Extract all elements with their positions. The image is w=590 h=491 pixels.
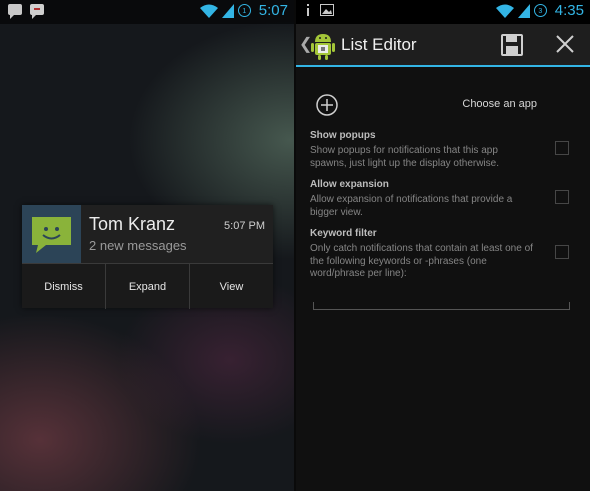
sms-smiley-icon: [32, 217, 71, 253]
message-notification-icon: [30, 4, 44, 19]
option-desc-show-popups: Show popups for notifications that this …: [310, 145, 499, 169]
notification-title: Tom Kranz: [89, 214, 176, 234]
notification-card[interactable]: Tom Kranz 2 new messages 5:07 PM Dismiss…: [22, 205, 273, 309]
notification-time: 5:07 PM: [224, 220, 265, 232]
wifi-icon: [199, 4, 218, 18]
sms-notification-icon: [8, 4, 22, 19]
status-clock: 4:35: [554, 2, 584, 19]
sync-badge-icon: 3: [533, 4, 547, 17]
list-editor-panel: 3 4:35 ❮ List Editor Choose an app Show …: [296, 0, 590, 491]
android-robot-icon[interactable]: [310, 30, 336, 60]
option-title-keyword-filter: Keyword filter: [310, 228, 377, 239]
view-button[interactable]: View: [189, 264, 273, 309]
option-title-show-popups: Show popups: [310, 130, 376, 141]
option-desc-allow-expansion: Allow expansion of notifications that pr…: [310, 194, 513, 218]
notification-header[interactable]: Tom Kranz 2 new messages 5:07 PM: [22, 205, 273, 263]
notification-actions: Dismiss Expand View: [22, 263, 273, 309]
dismiss-button[interactable]: Dismiss: [22, 264, 105, 309]
action-bar: ❮ List Editor: [296, 24, 590, 67]
info-icon: [307, 4, 309, 16]
allow-expansion-checkbox[interactable]: [555, 190, 569, 204]
status-bar: 1 5:07: [0, 0, 294, 24]
lockscreen-panel: 1 5:07 Tom Kranz 2 new messages 5:07 PM …: [0, 0, 294, 491]
show-popups-checkbox[interactable]: [555, 141, 569, 155]
expand-button[interactable]: Expand: [105, 264, 189, 309]
status-clock: 5:07: [258, 2, 288, 19]
save-icon[interactable]: [501, 34, 523, 56]
sync-badge-icon: 1: [237, 4, 251, 17]
option-title-allow-expansion: Allow expansion: [310, 179, 389, 190]
notification-icon-box: [22, 205, 81, 263]
wifi-icon: [495, 4, 514, 18]
signal-icon: [221, 3, 234, 18]
page-title: List Editor: [341, 35, 417, 54]
notification-subtitle: 2 new messages: [89, 238, 187, 253]
keyword-filter-checkbox[interactable]: [555, 245, 569, 259]
keyword-input[interactable]: [313, 302, 570, 310]
close-icon[interactable]: [554, 33, 576, 55]
image-icon: [320, 4, 334, 16]
status-bar: 3 4:35: [296, 0, 590, 24]
option-desc-keyword-filter: Only catch notifications that contain at…: [310, 243, 533, 279]
signal-icon: [517, 3, 530, 18]
add-app-icon[interactable]: [316, 94, 338, 116]
choose-app-button[interactable]: Choose an app: [462, 98, 537, 110]
